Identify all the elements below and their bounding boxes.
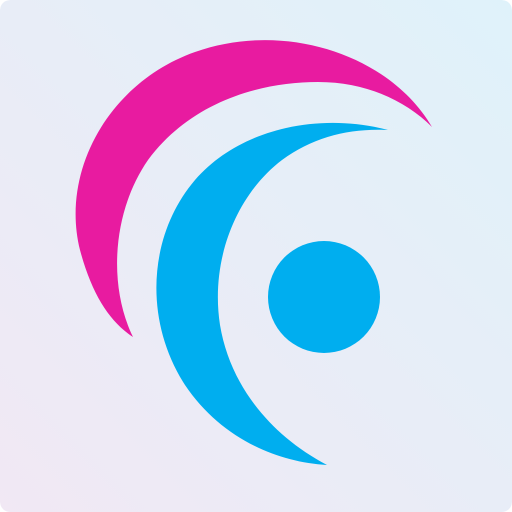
dot-shape	[268, 241, 380, 353]
app-logo-icon	[0, 0, 512, 512]
app-icon-tile	[0, 0, 512, 512]
